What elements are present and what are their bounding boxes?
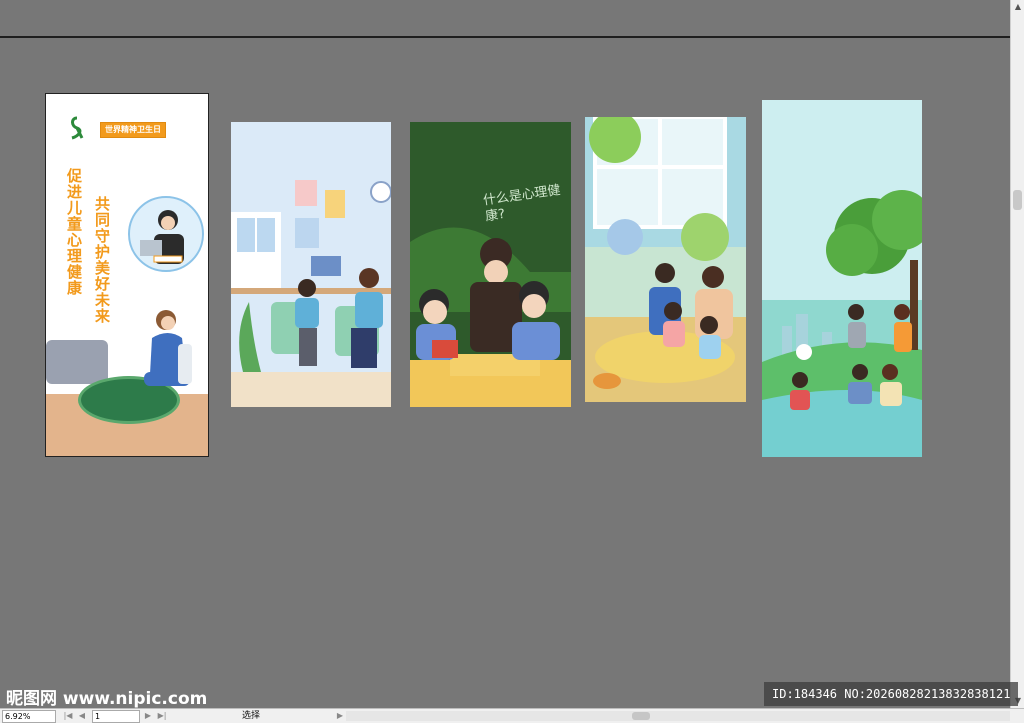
ribbon-icon — [71, 116, 84, 140]
prev-page-icon[interactable]: ◀ — [76, 710, 88, 721]
page-number-field[interactable]: 1 — [92, 710, 140, 723]
vertical-scrollbar[interactable]: ▲ ▼ — [1010, 0, 1024, 708]
counselor-illustration — [128, 196, 204, 272]
vertical-scroll-thumb[interactable] — [1013, 190, 1022, 210]
artboard-poster-1[interactable]: 世界精神卫生日 促进儿童心理健康 共同守护美好未来 — [45, 93, 209, 457]
artboard-top-border — [0, 36, 1010, 38]
sofa-illustration — [46, 340, 108, 384]
artboard-poster-3[interactable]: 什么是心理健康? — [410, 122, 571, 407]
artboard-poster-4[interactable] — [585, 117, 746, 402]
last-page-icon[interactable]: ▶| — [156, 710, 168, 721]
first-page-icon[interactable]: |◀ — [62, 710, 74, 721]
counseling-room-illustration — [231, 122, 391, 407]
current-tool-label[interactable]: 选择 — [242, 710, 260, 722]
artboard-poster-5[interactable] — [762, 100, 922, 457]
horizontal-scrollbar[interactable] — [346, 711, 1010, 721]
slogan-right: 共同守护美好未来 — [93, 196, 111, 324]
zoom-level-field[interactable]: 6.92% — [2, 710, 56, 723]
sitting-girl-illustration — [144, 310, 192, 386]
slogan-left: 促进儿童心理健康 — [65, 168, 83, 296]
tool-menu-arrow-icon[interactable]: ▶ — [334, 710, 346, 721]
horizontal-scroll-thumb[interactable] — [632, 712, 650, 720]
artboard-poster-2[interactable] — [231, 122, 391, 407]
watermark-id: ID:184346 NO:20260828213832838121 — [764, 682, 1019, 706]
next-page-icon[interactable]: ▶ — [142, 710, 154, 721]
status-bar: 6.92% |◀ ◀ 1 ▶ ▶| 选择 ▶ — [0, 708, 1024, 723]
outdoor-family-illustration — [762, 100, 922, 457]
scroll-arrow-icon[interactable]: ▲ — [1011, 0, 1024, 14]
family-reading-illustration — [585, 117, 746, 402]
watermark-site: 昵图网 www.nipic.com — [6, 689, 208, 709]
mental-health-day-banner: 世界精神卫生日 — [100, 122, 166, 138]
classroom-illustration — [410, 122, 571, 407]
